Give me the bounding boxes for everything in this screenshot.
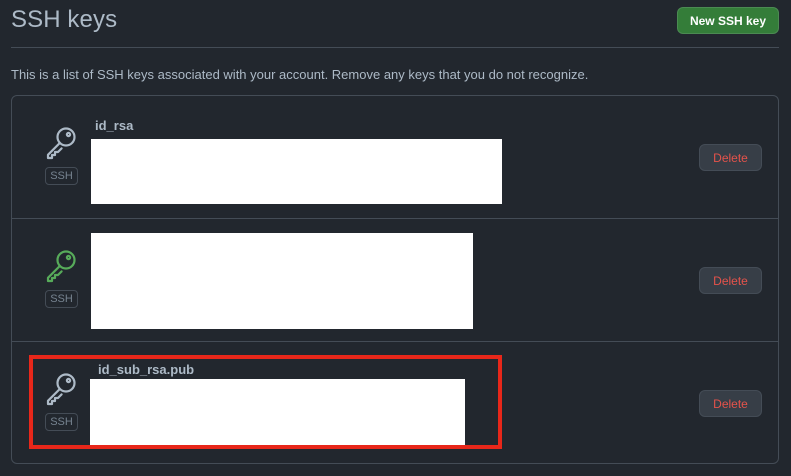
redacted-key-details	[91, 233, 473, 329]
page-header: SSH keys New SSH key	[11, 0, 779, 48]
highlight-annotation	[29, 355, 502, 449]
delete-key-button[interactable]: Delete	[699, 267, 762, 294]
delete-key-button[interactable]: Delete	[699, 144, 762, 171]
intro-text: This is a list of SSH keys associated wi…	[11, 67, 589, 82]
redacted-key-details	[91, 139, 502, 204]
ssh-type-badge: SSH	[45, 290, 78, 308]
page-title: SSH keys	[11, 6, 118, 33]
ssh-type-badge: SSH	[45, 167, 78, 185]
ssh-keys-page: SSH keys New SSH key This is a list of S…	[0, 0, 791, 476]
ssh-key-row: SSH id_rsa Delete	[12, 96, 778, 219]
delete-key-button[interactable]: Delete	[699, 390, 762, 417]
key-icon	[46, 127, 76, 160]
key-title: id_rsa	[95, 118, 134, 133]
ssh-key-row: SSH Delete	[12, 219, 778, 342]
new-ssh-key-button[interactable]: New SSH key	[677, 7, 779, 34]
key-icon	[46, 250, 76, 283]
